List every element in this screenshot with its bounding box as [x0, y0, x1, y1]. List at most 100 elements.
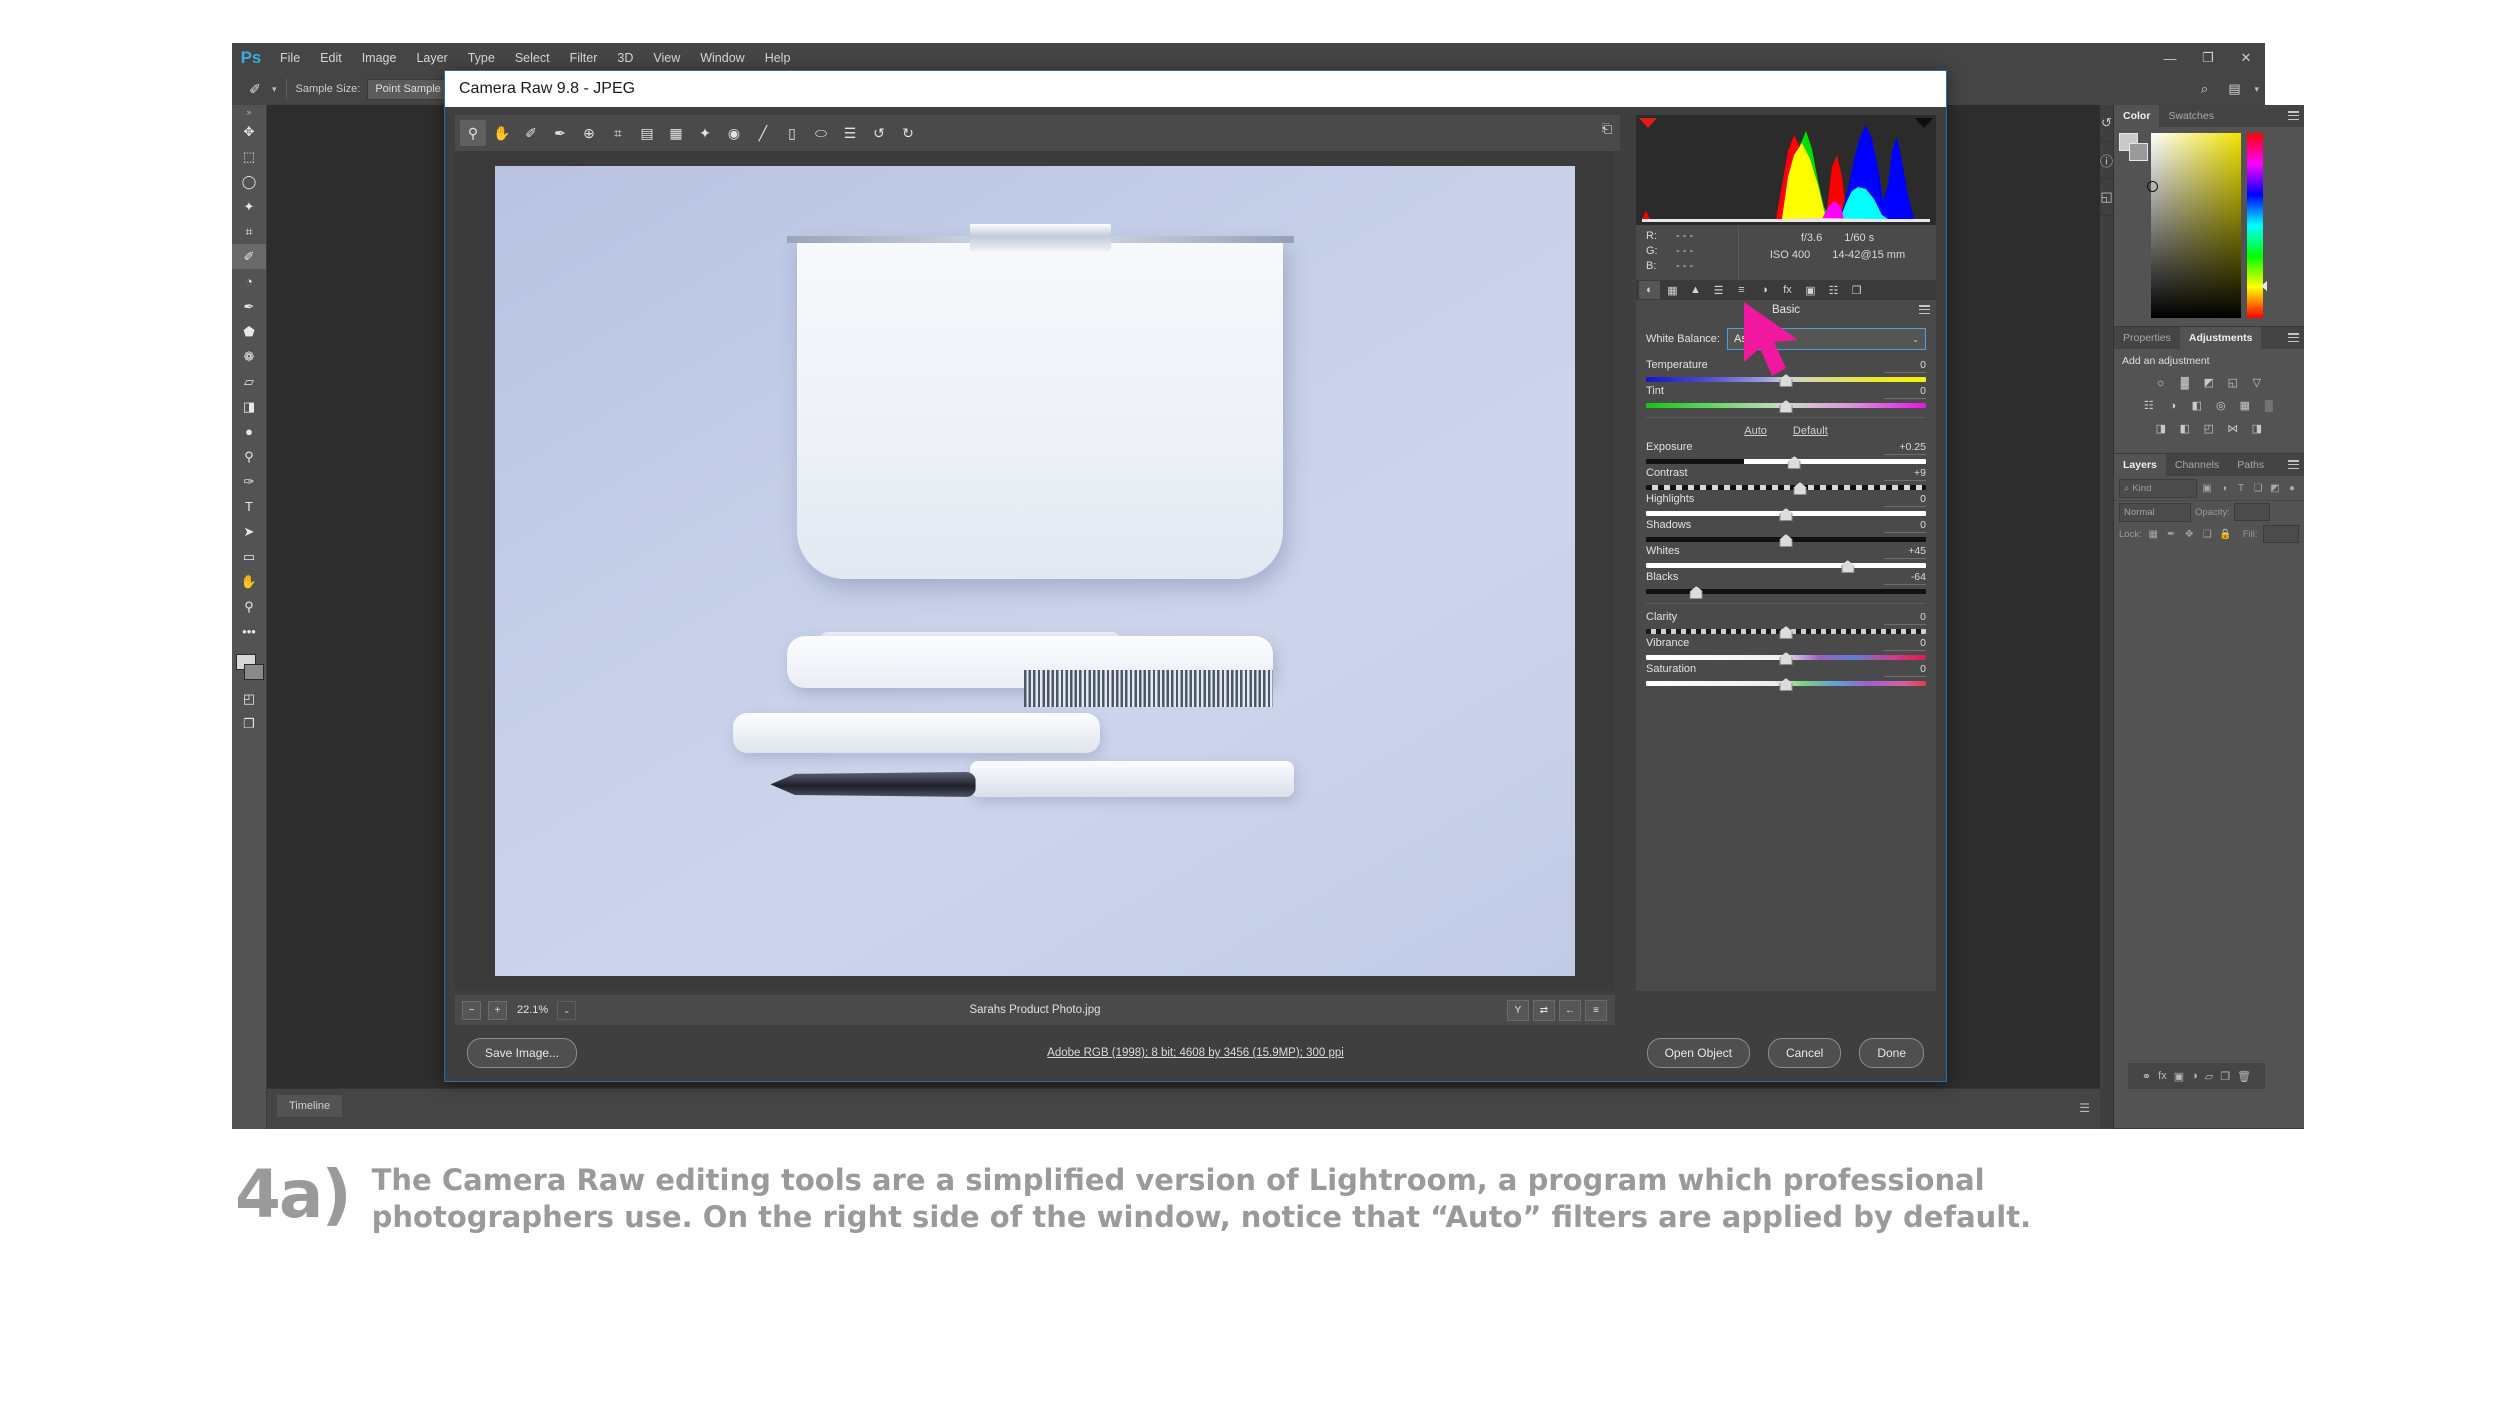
slider-handle[interactable]	[1779, 374, 1793, 387]
selective-color-icon[interactable]: ◰	[2200, 420, 2217, 437]
chevron-down-icon[interactable]: ▾	[2254, 84, 2259, 95]
chevron-down-icon[interactable]: ▾	[272, 84, 277, 95]
panel-menu-icon[interactable]	[2287, 460, 2299, 469]
rotate-right-tool[interactable]: ↻	[895, 120, 921, 146]
split-toning-tab[interactable]: ≡	[1731, 281, 1752, 299]
white-balance-select[interactable]: As Shot ⌄	[1726, 328, 1926, 350]
red-eye-removal-tool[interactable]: ◉	[721, 120, 747, 146]
blend-mode-select[interactable]: Normal	[2119, 502, 2192, 522]
menu-help[interactable]: Help	[755, 43, 801, 73]
basic-tab[interactable]: ◐	[1639, 281, 1660, 299]
slider-handle[interactable]	[1779, 626, 1793, 639]
presets-tab[interactable]: ☷	[1823, 281, 1844, 299]
tab-properties[interactable]: Properties	[2114, 327, 2180, 349]
slider-vibrance[interactable]: Vibrance 0	[1646, 637, 1926, 665]
menu-file[interactable]: File	[270, 43, 310, 73]
menu-select[interactable]: Select	[505, 43, 560, 73]
type-tool[interactable]: T	[232, 494, 266, 519]
gradient-tool[interactable]: ◨	[232, 394, 266, 419]
invert-icon[interactable]: ◨	[2152, 420, 2169, 437]
snapshots-tab[interactable]: ❐	[1846, 281, 1867, 299]
slider-track[interactable]	[1646, 508, 1926, 521]
close-icon[interactable]: ✕	[2227, 43, 2265, 73]
slider-saturation[interactable]: Saturation 0	[1646, 663, 1926, 691]
new-layer-icon[interactable]: ❐	[2220, 1070, 2230, 1083]
spot-healing-brush-tool[interactable]: ◔	[232, 269, 266, 294]
slider-handle[interactable]	[1793, 482, 1807, 495]
rectangular-marquee-tool[interactable]: ⬚	[232, 144, 266, 169]
filter-toggle-icon[interactable]: ●	[2286, 481, 2299, 496]
history-brush-tool[interactable]: ❁	[232, 344, 266, 369]
presets-tool[interactable]: ☰	[837, 120, 863, 146]
rectangle-tool[interactable]: ▭	[232, 544, 266, 569]
background-swatch[interactable]	[2129, 143, 2149, 161]
slider-track[interactable]	[1646, 374, 1926, 387]
collapse-panel-icon[interactable]: »	[232, 105, 266, 119]
zoom-tool[interactable]: ⚲	[460, 120, 486, 146]
slider-value[interactable]: +9	[1884, 467, 1926, 481]
eraser-tool[interactable]: ▱	[232, 369, 266, 394]
slider-value[interactable]: 0	[1884, 637, 1926, 651]
open-object-button[interactable]: Open Object	[1646, 1038, 1750, 1068]
hue-marker[interactable]	[2261, 281, 2268, 291]
default-link[interactable]: Default	[1793, 425, 1828, 437]
slider-handle[interactable]	[1779, 534, 1793, 547]
graduated-filter-tool[interactable]: ▯	[779, 120, 805, 146]
shape-layer-filter-icon[interactable]: ❑	[2252, 481, 2265, 496]
clone-stamp-tool[interactable]: ⬟	[232, 319, 266, 344]
exposure-icon[interactable]: ◱	[2224, 374, 2241, 391]
white-balance-tool[interactable]: ✐	[518, 120, 544, 146]
slider-whites[interactable]: Whites +45	[1646, 545, 1926, 573]
search-icon[interactable]: ⌕	[2192, 78, 2216, 100]
pixel-layer-filter-icon[interactable]: ▣	[2201, 481, 2214, 496]
quick-mask-tool[interactable]: ◰	[232, 686, 266, 711]
transform-tool[interactable]: ▦	[663, 120, 689, 146]
slider-value[interactable]: 0	[1884, 385, 1926, 399]
adjustment-layer-filter-icon[interactable]: ◑	[2218, 481, 2231, 496]
slider-value[interactable]: 0	[1884, 663, 1926, 677]
lock-position-icon[interactable]: ✥	[2183, 527, 2196, 542]
slider-value[interactable]: -64	[1884, 571, 1926, 585]
zoom-in-button[interactable]: +	[488, 1000, 507, 1020]
color-balance-icon[interactable]: ☷	[2140, 397, 2157, 414]
detail-tab[interactable]: ▲	[1685, 281, 1706, 299]
tab-paths[interactable]: Paths	[2228, 454, 2273, 476]
photo-filter-icon[interactable]: ◧	[2188, 397, 2205, 414]
swap-settings-icon[interactable]: ←	[1559, 999, 1581, 1021]
preferences-icon[interactable]: ⎗	[1602, 121, 1612, 137]
before-after-icon[interactable]: ⇄	[1533, 999, 1555, 1021]
gradient-map-icon[interactable]: ⋈	[2224, 420, 2241, 437]
restore-icon[interactable]: ❐	[2189, 43, 2227, 73]
layer-style-icon[interactable]: fx	[2158, 1070, 2167, 1082]
slider-contrast[interactable]: Contrast +9	[1646, 467, 1926, 495]
color-lookup-icon[interactable]: ▦	[2236, 397, 2253, 414]
slider-value[interactable]: 0	[1884, 493, 1926, 507]
timeline-menu-icon[interactable]: ☰	[2079, 1101, 2090, 1115]
menu-filter[interactable]: Filter	[560, 43, 608, 73]
slider-value[interactable]: 0	[1884, 359, 1926, 373]
rotate-left-tool[interactable]: ↺	[866, 120, 892, 146]
slider-value[interactable]: 0	[1884, 519, 1926, 533]
eyedropper-tool[interactable]: ✐	[232, 244, 266, 269]
lock-all-icon[interactable]: 🔒	[2219, 527, 2232, 542]
slider-handle[interactable]	[1841, 560, 1855, 573]
quick-selection-tool[interactable]: ✦	[232, 194, 266, 219]
screen-mode-tool[interactable]: ❐	[232, 711, 266, 736]
delete-layer-icon[interactable]: 🗑	[2237, 1070, 2251, 1083]
lens-corrections-tab[interactable]: ◑	[1754, 281, 1775, 299]
hand-tool[interactable]: ✋	[232, 569, 266, 594]
blur-tool[interactable]: ●	[232, 419, 266, 444]
slider-track[interactable]	[1646, 400, 1926, 413]
color-panel-swatches[interactable]	[2119, 133, 2149, 161]
slider-handle[interactable]	[1779, 400, 1793, 413]
tab-layers[interactable]: Layers	[2114, 454, 2166, 476]
color-sampler-tool[interactable]: ✒	[547, 120, 573, 146]
camera-raw-preview[interactable]	[455, 151, 1615, 991]
slider-handle[interactable]	[1689, 586, 1703, 599]
smart-object-filter-icon[interactable]: ◩	[2269, 481, 2282, 496]
slider-blacks[interactable]: Blacks -64	[1646, 571, 1926, 599]
tab-color[interactable]: Color	[2114, 105, 2160, 127]
adjustment-brush-tool[interactable]: ╱	[750, 120, 776, 146]
lock-artboard-icon[interactable]: ❑	[2201, 527, 2214, 542]
auto-link[interactable]: Auto	[1744, 425, 1767, 437]
